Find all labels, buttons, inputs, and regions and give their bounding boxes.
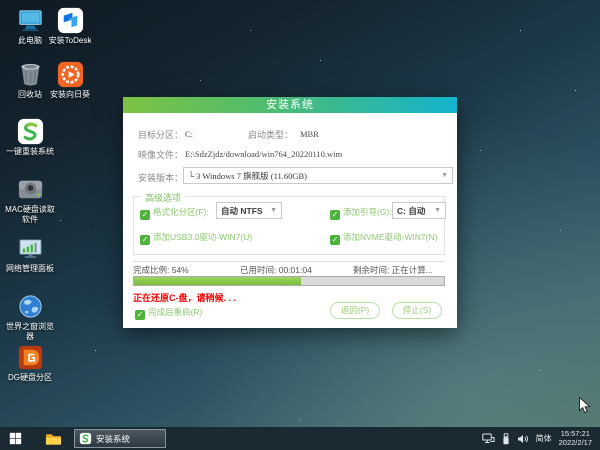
image-file-label: 映像文件： [138,148,183,161]
nvme-driver-checkbox[interactable]: ✓添加NVME驱动-WIN7(N) [330,231,437,245]
target-partition-label: 目标分区： [138,128,183,141]
computer-icon [16,6,45,35]
mouse-cursor [578,397,591,414]
wallpaper-stars [0,0,1,1]
todesk-icon [56,6,85,35]
windows-logo-icon [9,432,22,445]
desktop-icon-label: 世界之窗浏览器 [4,322,56,341]
format-type-value: 自动 NTFS [221,205,263,217]
checkbox-checked-icon[interactable]: ✓ [330,210,340,220]
checkbox-checked-icon[interactable]: ✓ [330,235,340,245]
start-button[interactable] [0,427,30,450]
chevron-down-icon: ▼ [441,172,448,179]
progress-bar [133,276,445,286]
network-icon[interactable] [482,433,495,444]
folder-icon [45,432,62,446]
tray-date: 2022/2/17 [559,439,592,448]
tray-clock[interactable]: 15:57:21 2022/2/17 [559,430,592,447]
desktop-icon-network-panel[interactable]: 网络管理面板 [4,234,56,274]
checkbox-checked-icon[interactable]: ✓ [140,210,150,220]
desktop-icon-mac-disk-reader[interactable]: MAC硬盘读取软件 [4,175,56,224]
system-tray: 简体 15:57:21 2022/2/17 [482,430,600,447]
usb3-driver-checkbox[interactable]: ✓添加USB3.0驱动-WIN7(U) [140,231,252,245]
desktop-icon-label: DG硬盘分区 [4,373,56,383]
reinstall-system-icon [16,117,45,146]
add-boot-label: 添加引导(G): [343,207,392,217]
sunflower-icon [56,60,85,89]
advanced-options-group: 高级选项 ✓格式化分区(F): 自动 NTFS ▼ ✓添加引导(G): C: 自… [133,196,445,255]
dialog-titlebar[interactable]: 安装系统 [123,97,457,113]
desktop-icon-label: 安装向日葵 [44,90,96,100]
stats-divider [133,261,445,262]
usb-device-icon[interactable] [502,433,510,445]
input-method-indicator[interactable]: 简体 [536,433,552,444]
image-file-value: E:\SdzZjdz/download/win764_20220110.wim [185,149,342,159]
desktop-icon-label: 安装ToDesk [44,36,96,46]
chevron-down-icon: ▼ [434,207,441,214]
file-explorer-button[interactable] [38,427,68,450]
format-partition-checkbox[interactable]: ✓格式化分区(F): [140,206,209,220]
add-boot-checkbox[interactable]: ✓添加引导(G): [330,206,392,220]
install-version-value: └ 3 Windows 7 旗舰版 (11.60GB) [188,170,307,182]
back-button[interactable]: 返回(P) [330,302,380,319]
speaker-icon[interactable] [517,434,529,444]
desktop-icon-world-browser[interactable]: 世界之窗浏览器 [4,292,56,341]
boot-type-value: MBR [300,129,319,139]
restart-after-finish-checkbox[interactable]: ✓完成后重启(R) [135,306,202,320]
desktop-icon-sunflower[interactable]: 安装向日葵 [44,60,96,100]
add-boot-dropdown[interactable]: C: 自动 ▼ [392,202,446,219]
taskbar-task-install-system[interactable]: 安装系统 [74,429,166,448]
install-version-label: 安装版本： [138,171,183,184]
checkbox-checked-icon[interactable]: ✓ [135,310,145,320]
taskbar: 安装系统 简体 15:57:21 2022/2/17 [0,427,600,450]
boot-type-label: 启动类型： [248,128,293,141]
elapsed-time-text: 已用时间: 00:01:04 [240,264,312,276]
mac-disk-icon [16,175,45,204]
desktop-wallpaper: 此电脑 安装ToDesk 回收站 安装向日葵 一键 [0,0,600,450]
remaining-time-text: 剩余时间: 正在计算... [353,264,433,276]
desktop-icon-label: 一键重装系统 [4,147,56,157]
recycle-bin-icon [16,60,45,89]
globe-icon [16,292,45,321]
taskbar-task-label: 安装系统 [96,433,130,445]
reinstall-system-icon [79,432,92,445]
install-system-dialog: 安装系统 目标分区： C: 启动类型： MBR 映像文件： E:\SdzZjdz… [123,97,457,328]
desktop-icon-reinstall-system[interactable]: 一键重装系统 [4,117,56,157]
add-boot-value: C: 自动 [397,205,425,217]
target-partition-value: C: [185,129,193,139]
usb3-driver-label: 添加USB3.0驱动-WIN7(U) [153,232,252,242]
desktop-icon-label: 网络管理面板 [4,264,56,274]
chevron-down-icon: ▼ [270,207,277,214]
network-panel-icon [16,234,45,263]
install-version-dropdown[interactable]: └ 3 Windows 7 旗舰版 (11.60GB) ▼ [183,167,453,184]
advanced-options-legend: 高级选项 [141,191,185,204]
desktop-icon-dg-partition[interactable]: DG硬盘分区 [4,343,56,383]
format-type-dropdown[interactable]: 自动 NTFS ▼ [216,202,282,219]
progress-percent-text: 完成比例: 54% [133,264,189,276]
dialog-title: 安装系统 [266,99,314,111]
progress-fill [134,277,301,285]
stop-button[interactable]: 停止(S) [392,302,442,319]
desktop-icon-todesk[interactable]: 安装ToDesk [44,6,96,46]
restart-after-finish-label: 完成后重启(R) [148,307,202,317]
diskgenius-icon [16,343,45,372]
desktop-icon-label: MAC硬盘读取软件 [4,205,56,224]
format-partition-label: 格式化分区(F): [153,207,209,217]
checkbox-checked-icon[interactable]: ✓ [140,235,150,245]
restore-status-text: 正在还原C-盘，请稍候. . . [133,291,236,304]
nvme-driver-label: 添加NVME驱动-WIN7(N) [343,232,437,242]
